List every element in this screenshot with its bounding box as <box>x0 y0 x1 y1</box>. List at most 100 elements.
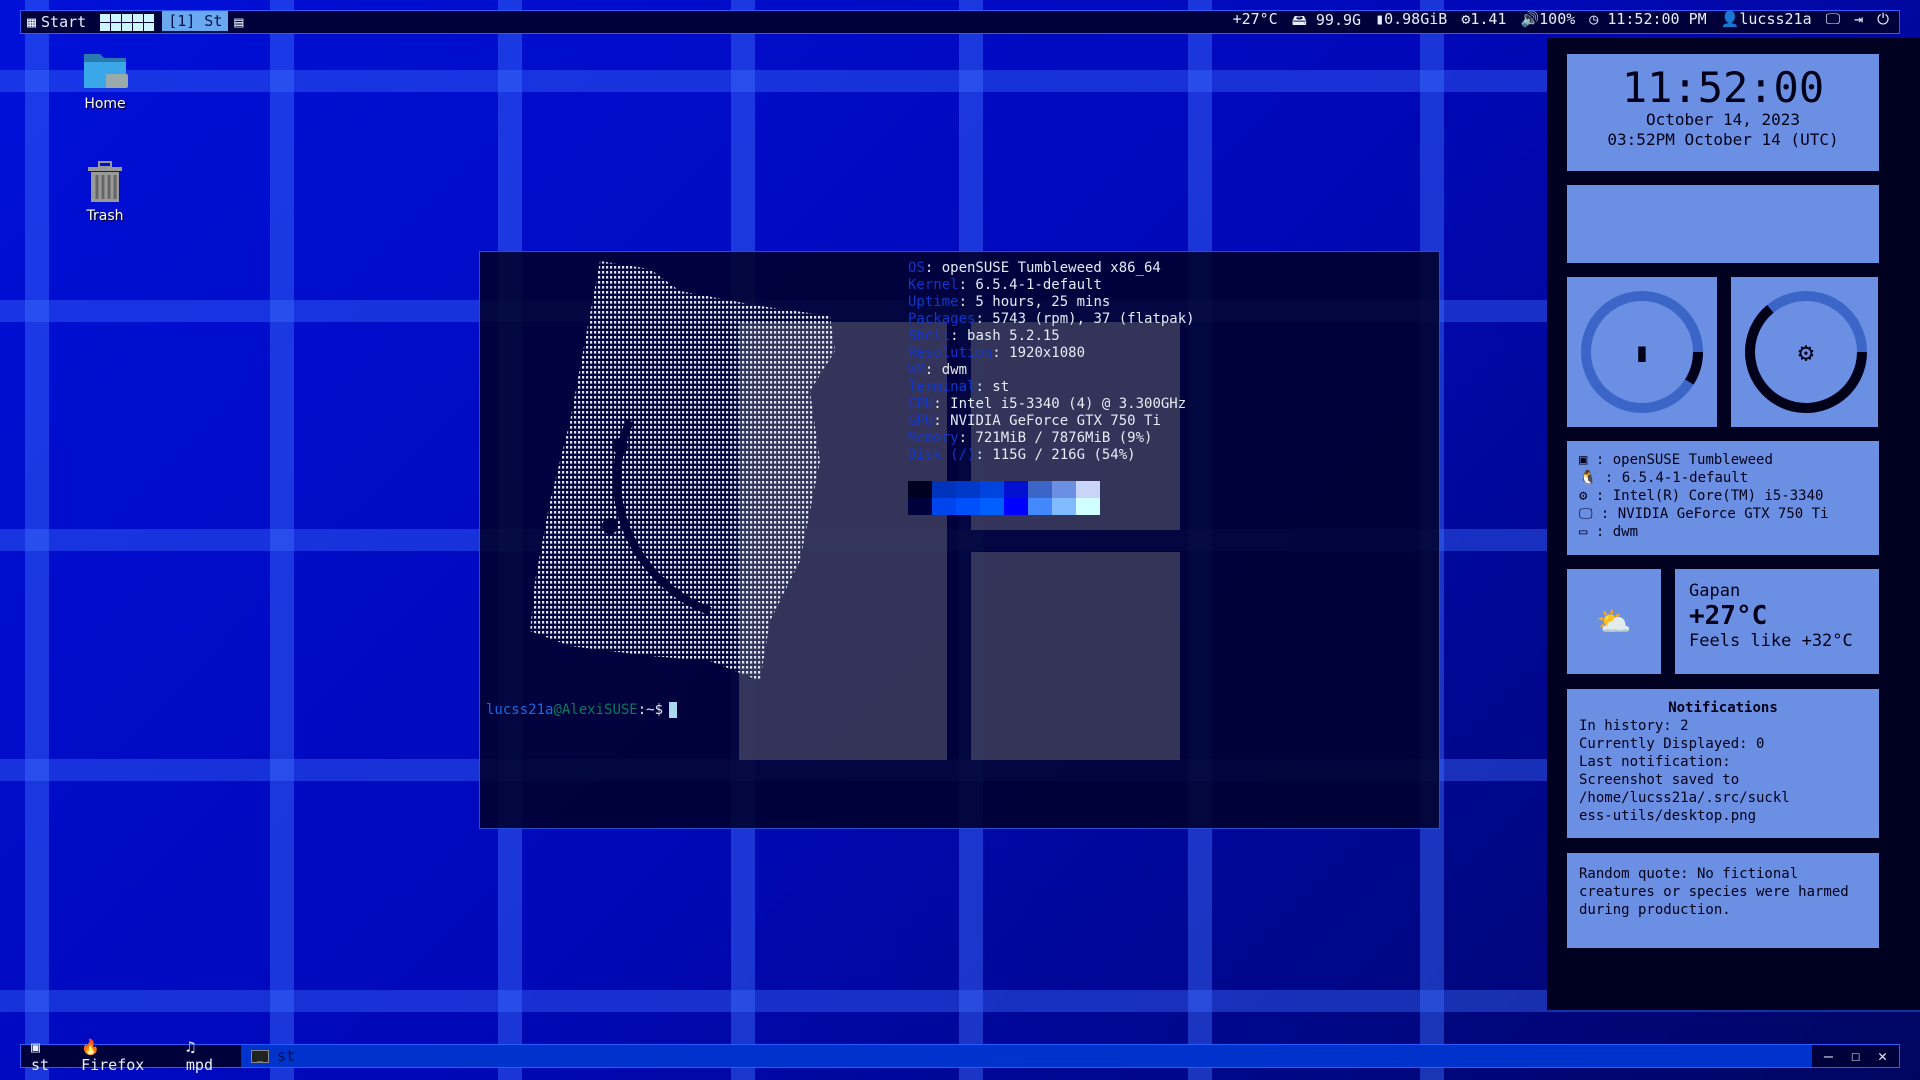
info-value: : 6.5.4-1-default <box>958 277 1102 293</box>
palette-swatch <box>1076 498 1100 515</box>
info-line: Shell: bash 5.2.15 <box>908 328 1195 345</box>
user: 👤lucss21a <box>1720 9 1812 28</box>
info-line: CPU: Intel i5-3340 (4) @ 3.300GHz <box>908 396 1195 413</box>
memory-icon: ▮ <box>1634 338 1650 368</box>
palette-swatch <box>956 481 980 498</box>
clock-utc: 03:52PM October 14 (UTC) <box>1607 130 1839 149</box>
info-key: Resolution <box>908 345 993 361</box>
notification-line: ess-utils/desktop.png <box>1579 808 1757 824</box>
info-value: : dwm <box>924 362 968 378</box>
trash-icon <box>88 161 122 202</box>
taskbar-item-firefox[interactable]: 🔥 Firefox <box>81 1038 172 1074</box>
info-key: Kernel <box>908 277 959 293</box>
sysinfo-line: ▭ : dwm <box>1579 523 1867 541</box>
info-key: OS <box>908 260 925 276</box>
tag-switcher[interactable] <box>100 13 155 31</box>
cpu-status: ⚙1.41 <box>1461 9 1507 28</box>
empty-widget <box>1567 185 1879 263</box>
volume-status[interactable]: 🔊100% <box>1520 10 1575 35</box>
info-value: : 721MiB / 7876MiB (9%) <box>958 430 1153 446</box>
memory-status: ▮0.98GiB <box>1375 9 1448 28</box>
memory-arc <box>1684 351 1703 385</box>
sysinfo-line: ▣ : openSUSE Tumbleweed <box>1579 451 1867 469</box>
user-icon: 👤 <box>1720 9 1740 28</box>
memory-gauge: ▮ <box>1567 277 1717 427</box>
taskbar-item-mpd[interactable]: ♫ mpd <box>186 1038 231 1074</box>
quote-widget: Random quote: No fictional creatures or … <box>1567 853 1879 948</box>
active-window-title[interactable]: _ st <box>241 1045 1812 1067</box>
palette-swatch <box>932 498 956 515</box>
cursor <box>669 702 678 718</box>
monitor-icon[interactable]: 🖵 <box>1826 10 1840 35</box>
power-icon[interactable]: ⏻ <box>1877 10 1889 35</box>
temperature: +27°C <box>1232 9 1278 28</box>
info-line: OS: openSUSE Tumbleweed x86_64 <box>908 260 1195 277</box>
info-value: : 5743 (rpm), 37 (flatpak) <box>975 311 1195 327</box>
folder-icon <box>84 54 128 88</box>
notification-line: Screenshot saved to <box>1579 772 1740 788</box>
maximize-icon[interactable]: ☐ <box>1851 1047 1860 1065</box>
tag-current[interactable]: [1] St <box>162 11 229 33</box>
notification-line: In history: 2 <box>1579 718 1689 734</box>
memory-icon: ▮ <box>1375 9 1385 28</box>
sysinfo-text: : Intel(R) Core(TM) i5-3340 <box>1587 488 1824 504</box>
palette-swatch <box>908 498 932 515</box>
terminal-window[interactable]: OS: openSUSE Tumbleweed x86_64 Kernel: 6.… <box>479 251 1440 829</box>
system-info: OS: openSUSE Tumbleweed x86_64 Kernel: 6.… <box>908 260 1195 464</box>
info-line: WM: dwm <box>908 362 1195 379</box>
palette-swatch <box>1004 498 1028 515</box>
info-value: : st <box>975 379 1010 395</box>
sysinfo-widget: ▣ : openSUSE Tumbleweed 🐧 : 6.5.4-1-defau… <box>1567 441 1879 555</box>
terminal-icon: _ <box>251 1049 270 1063</box>
info-value: : 115G / 216G (54%) <box>975 447 1136 463</box>
start-button[interactable]: ▦ Start <box>21 11 92 33</box>
cpu-icon: ⚙ <box>1798 338 1814 368</box>
notification-line: Last notification: <box>1579 754 1731 770</box>
desktop-icon-trash[interactable]: Trash <box>60 160 150 224</box>
clock-date: October 14, 2023 <box>1645 110 1801 129</box>
weather-city: Gapan <box>1689 581 1741 601</box>
info-line: Uptime: 5 hours, 25 mins <box>908 294 1195 311</box>
color-palette <box>908 481 1100 515</box>
info-value: : Intel i5-3340 (4) @ 3.300GHz <box>933 396 1187 412</box>
sysinfo-line: 🐧 : 6.5.4-1-default <box>1579 469 1867 487</box>
info-key: GPU <box>908 413 934 429</box>
sysinfo-line: 🖵 : NVIDIA GeForce GTX 750 Ti <box>1579 505 1867 523</box>
weather-widget: Gapan +27°C Feels like +32°C <box>1675 569 1879 674</box>
info-value: : openSUSE Tumbleweed x86_64 <box>924 260 1161 276</box>
grid-icon: ▦ <box>27 13 37 31</box>
desktop-icon-home[interactable]: Home <box>60 52 150 112</box>
sidebar-widgets: 11:52:00 October 14, 2023 03:52PM Octobe… <box>1547 38 1920 1010</box>
palette-swatch <box>1028 498 1052 515</box>
info-line: Packages: 5743 (rpm), 37 (flatpak) <box>908 311 1195 328</box>
taskbar-item-st[interactable]: ▣ st <box>31 1038 67 1074</box>
palette-swatch <box>1028 481 1052 498</box>
top-bar: ▦ Start [1] St ▤ +27°C 🖴 99.9G ▮0.98GiB ⚙… <box>20 10 1900 34</box>
sysinfo-text: : 6.5.4-1-default <box>1596 470 1749 486</box>
info-key: Disk (/) <box>908 447 976 463</box>
weather-temp: +27°C <box>1689 601 1768 631</box>
info-key: Uptime <box>908 294 959 310</box>
close-icon[interactable]: ✕ <box>1878 1047 1887 1065</box>
cpu-gauge: ⚙ <box>1731 277 1878 427</box>
info-key: CPU <box>908 396 934 412</box>
weather-icon: ⛅ <box>1567 569 1661 674</box>
ascii-logo <box>530 261 835 681</box>
info-key: Memory <box>908 430 959 446</box>
layout-icon[interactable]: ▤ <box>228 11 249 33</box>
palette-swatch <box>908 481 932 498</box>
info-line: GPU: NVIDIA GeForce GTX 750 Ti <box>908 413 1195 430</box>
weather-feels: Feels like +32°C <box>1689 631 1853 651</box>
palette-swatch <box>1052 481 1076 498</box>
palette-swatch <box>1052 498 1076 515</box>
shell-prompt[interactable]: lucss21a@AlexiSUSE:~$ <box>486 702 678 718</box>
clock: ◷ 11:52:00 PM <box>1589 9 1707 28</box>
info-value: : bash 5.2.15 <box>950 328 1060 344</box>
info-line: Resolution: 1920x1080 <box>908 345 1195 362</box>
info-key: Packages <box>908 311 976 327</box>
info-key: WM <box>908 362 925 378</box>
clock-time: 11:52:00 <box>1621 63 1825 112</box>
logout-icon[interactable]: ⇥ <box>1854 10 1863 35</box>
minimize-icon[interactable]: — <box>1824 1047 1833 1065</box>
info-line: Memory: 721MiB / 7876MiB (9%) <box>908 430 1195 447</box>
